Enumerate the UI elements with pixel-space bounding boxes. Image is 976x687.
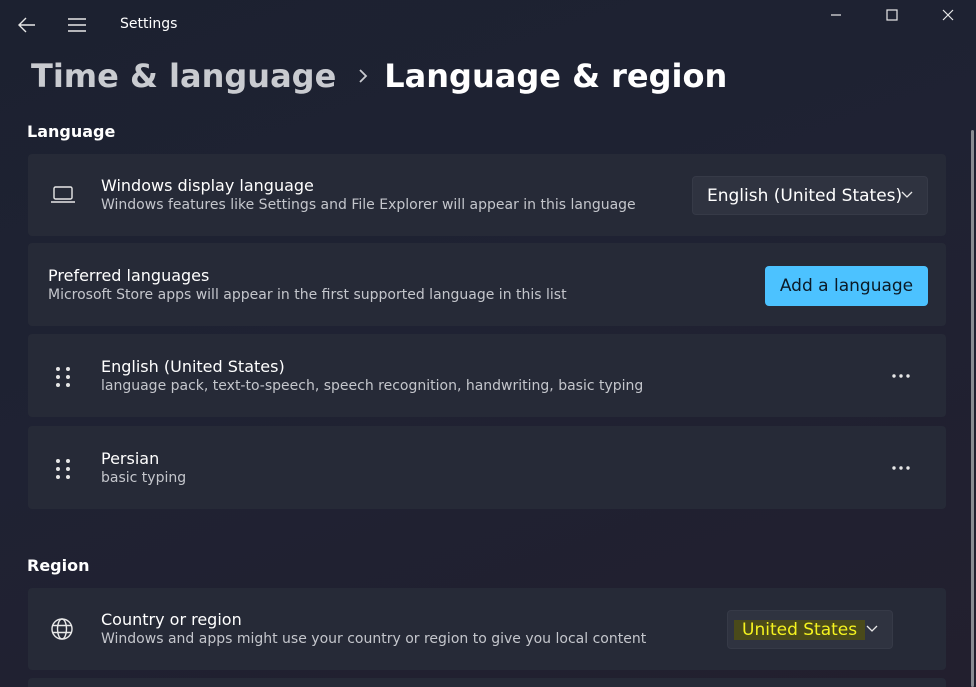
drag-handle-icon[interactable] xyxy=(56,367,71,387)
back-button[interactable] xyxy=(14,12,40,38)
region-section-title: Region xyxy=(27,556,90,575)
language-name: English (United States) xyxy=(101,356,285,376)
more-options-button[interactable] xyxy=(886,361,916,391)
add-language-button[interactable]: Add a language xyxy=(765,266,928,306)
app-title: Settings xyxy=(120,16,178,32)
more-options-button[interactable] xyxy=(886,453,916,483)
display-language-dropdown[interactable]: English (United States) xyxy=(692,176,928,215)
country-region-title: Country or region xyxy=(101,610,242,629)
more-horizontal-icon xyxy=(892,374,910,378)
chevron-down-icon xyxy=(866,625,878,633)
laptop-icon xyxy=(50,154,76,236)
maximize-button[interactable] xyxy=(864,0,920,30)
language-item-english[interactable]: English (United States) language pack, t… xyxy=(28,334,946,417)
display-language-subtitle: Windows features like Settings and File … xyxy=(101,197,636,213)
minimize-icon xyxy=(831,14,841,16)
page-title: Language & region xyxy=(384,57,728,95)
country-region-value: United States xyxy=(734,619,866,640)
maximize-icon xyxy=(886,9,898,21)
more-horizontal-icon xyxy=(892,466,910,470)
language-features: language pack, text-to-speech, speech re… xyxy=(101,377,644,394)
navigation-menu-button[interactable] xyxy=(64,12,90,38)
country-region-dropdown[interactable]: United States xyxy=(727,610,893,649)
back-arrow-icon xyxy=(18,17,35,33)
breadcrumb: Time & language Language & region xyxy=(31,54,727,98)
hamburger-menu-icon xyxy=(68,18,86,32)
close-button[interactable] xyxy=(920,0,976,30)
breadcrumb-parent-link[interactable]: Time & language xyxy=(31,57,336,95)
display-language-card: Windows display language Windows feature… xyxy=(28,154,946,236)
drag-handle-icon[interactable] xyxy=(56,459,71,479)
language-name: Persian xyxy=(101,448,160,468)
language-item-persian[interactable]: Persian basic typing xyxy=(28,426,946,509)
globe-icon xyxy=(50,588,74,670)
title-bar: Settings xyxy=(0,0,976,52)
preferred-languages-card: Preferred languages Microsoft Store apps… xyxy=(28,243,946,326)
close-icon xyxy=(942,9,954,21)
language-section-title: Language xyxy=(27,122,116,141)
country-region-subtitle: Windows and apps might use your country … xyxy=(101,631,647,647)
next-setting-card xyxy=(28,678,946,687)
display-language-title: Windows display language xyxy=(101,176,314,195)
country-region-card: Country or region Windows and apps might… xyxy=(28,588,946,670)
chevron-right-icon xyxy=(358,68,368,84)
minimize-button[interactable] xyxy=(808,0,864,30)
display-language-value: English (United States) xyxy=(707,185,903,206)
preferred-languages-title: Preferred languages xyxy=(48,265,210,285)
chevron-down-icon xyxy=(901,191,913,199)
language-features: basic typing xyxy=(101,469,187,486)
preferred-languages-subtitle: Microsoft Store apps will appear in the … xyxy=(48,286,567,303)
vertical-scrollbar[interactable] xyxy=(971,130,974,687)
